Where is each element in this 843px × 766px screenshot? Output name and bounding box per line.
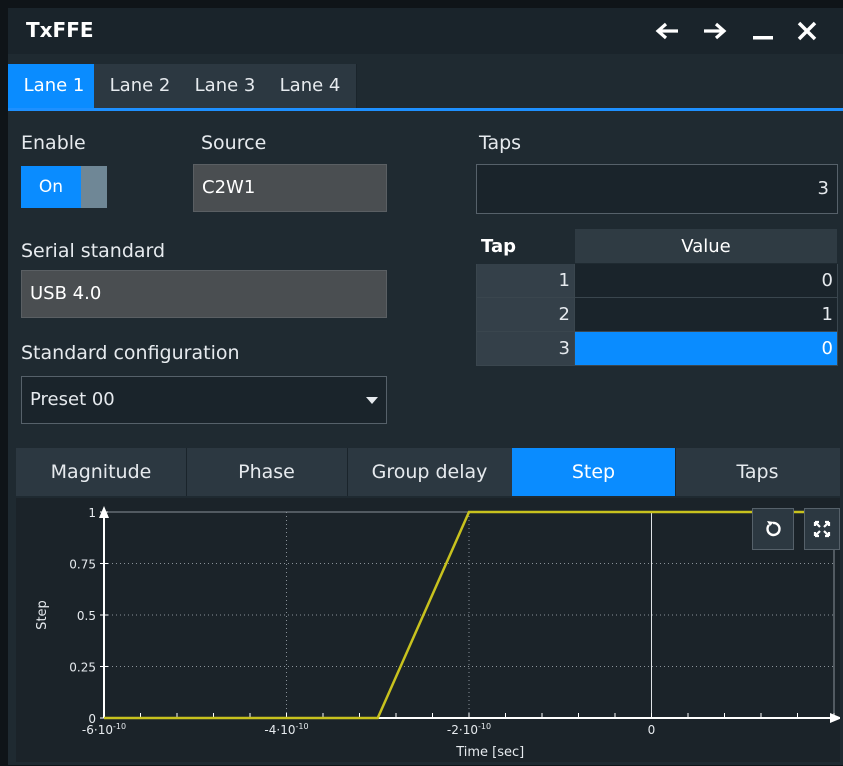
taps-table-header: Tap Value <box>476 228 838 264</box>
taps-count-field[interactable]: 3 <box>476 164 838 214</box>
tab-lane-1[interactable]: Lane 1 <box>8 64 101 108</box>
tap-column-header: Tap <box>476 228 575 264</box>
enable-state: On <box>21 166 81 208</box>
enable-toggle[interactable]: On <box>21 166 107 208</box>
y-tick-label: 0.25 <box>69 661 96 675</box>
standard-configuration-label: Standard configuration <box>21 342 240 364</box>
tap-value[interactable]: 0 <box>574 263 838 298</box>
standard-configuration-value: Preset 00 <box>30 389 115 410</box>
table-row: 3 0 <box>476 331 838 366</box>
tap-index: 3 <box>476 331 575 366</box>
enable-label: Enable <box>21 132 86 154</box>
window-title: TxFFE <box>26 18 94 42</box>
taps-table: Tap Value 1 0 2 1 3 0 <box>476 228 838 366</box>
tap-index: 1 <box>476 263 575 298</box>
reset-zoom-icon[interactable] <box>752 508 794 550</box>
step-chart: -6·10-10 -4·10-10 -2·10-10 000.250.50.751Ti… <box>35 506 842 760</box>
back-arrow-icon[interactable] <box>650 14 684 48</box>
plot-tabs: Magnitude Phase Group delay Step Taps <box>16 448 840 496</box>
tab-taps[interactable]: Taps <box>675 448 840 496</box>
tab-phase[interactable]: Phase <box>186 448 348 496</box>
serial-standard-field[interactable]: USB 4.0 <box>21 270 387 318</box>
forward-arrow-icon[interactable] <box>698 14 732 48</box>
lane-tabs: Lane 1 Lane 2 Lane 3 Lane 4 <box>8 64 843 111</box>
txffe-window: TxFFE Lane 1 Lane 2 Lane 3 Lane 4 Enable… <box>8 8 843 765</box>
tab-lane-3[interactable]: Lane 3 <box>179 64 272 108</box>
tab-group-delay[interactable]: Group delay <box>347 448 513 496</box>
tap-value[interactable]: 1 <box>574 297 838 332</box>
x-axis-label: Time [sec] <box>455 745 524 760</box>
standard-configuration-select[interactable]: Preset 00 <box>21 376 387 424</box>
y-tick-label: 0 <box>88 712 96 726</box>
source-label: Source <box>201 132 267 154</box>
serial-standard-label: Serial standard <box>21 240 166 262</box>
table-row: 2 1 <box>476 297 838 332</box>
x-axis-arrow <box>830 713 842 723</box>
tap-value-selected[interactable]: 0 <box>574 331 838 366</box>
y-axis-label: Step <box>35 600 50 630</box>
y-tick-label: 0.5 <box>77 609 96 623</box>
x-tick-label: -2·10-10 <box>447 722 491 737</box>
step-plot: -6·10-10 -4·10-10 -2·10-10 0 0 0.25 0.5 0.75 1 Ti… <box>16 498 842 762</box>
toggle-knob <box>81 166 107 208</box>
close-icon[interactable] <box>790 14 824 48</box>
x-tick-label: -4·10-10 <box>264 722 308 737</box>
minimize-icon[interactable] <box>746 14 780 48</box>
tab-step[interactable]: Step <box>512 448 676 496</box>
y-tick-label: 0.75 <box>69 558 96 572</box>
taps-label: Taps <box>479 132 522 154</box>
value-column-header: Value <box>574 228 838 264</box>
chevron-down-icon <box>366 397 378 404</box>
x-tick-label: 0 <box>648 723 656 737</box>
source-field[interactable]: C2W1 <box>193 164 387 212</box>
y-tick-label: 1 <box>88 506 96 520</box>
fullscreen-icon[interactable] <box>804 508 840 550</box>
tab-lane-2[interactable]: Lane 2 <box>94 64 187 108</box>
title-bar: TxFFE <box>8 8 843 54</box>
tab-magnitude[interactable]: Magnitude <box>16 448 187 496</box>
table-row: 1 0 <box>476 263 838 298</box>
tab-lane-4[interactable]: Lane 4 <box>264 64 357 108</box>
tap-index: 2 <box>476 297 575 332</box>
